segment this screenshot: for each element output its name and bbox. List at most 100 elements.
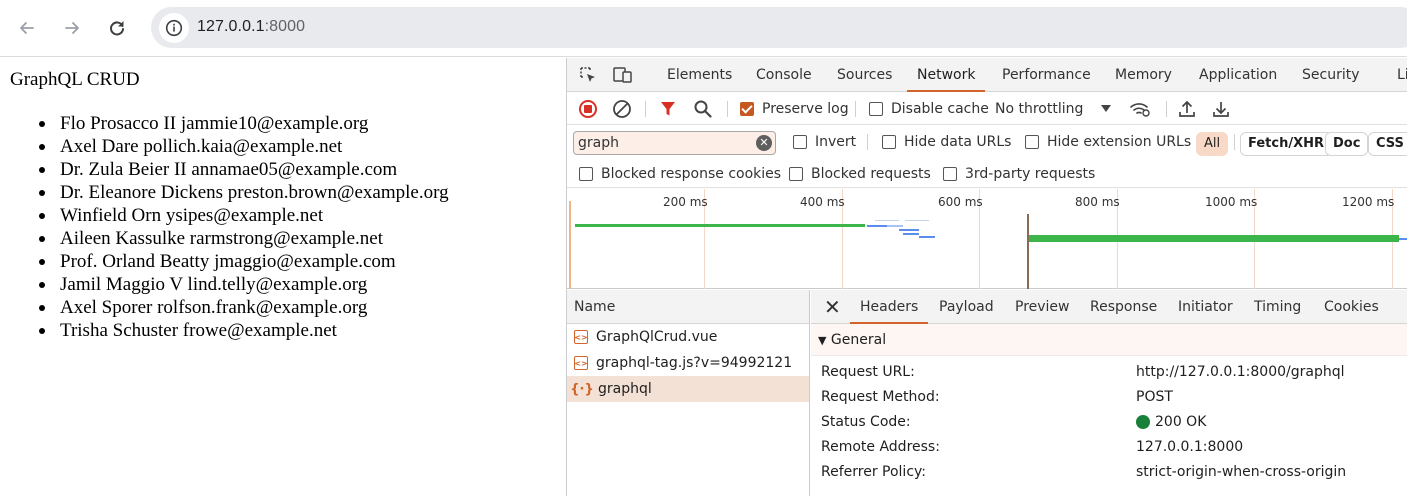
toolbar-divider xyxy=(855,101,856,117)
invert-check[interactable] xyxy=(793,135,807,149)
tab-preview[interactable]: Preview xyxy=(1015,290,1070,324)
tab-headers[interactable]: Headers xyxy=(849,290,929,324)
search-icon[interactable] xyxy=(693,99,713,119)
tab-elements[interactable]: Elements xyxy=(667,58,732,92)
header-row: Remote Address: 127.0.0.1:8000 xyxy=(811,435,1407,460)
inspect-element-icon[interactable] xyxy=(577,65,599,85)
network-conditions-icon[interactable] xyxy=(1129,99,1151,119)
page-content: GraphQL CRUD Flo Prosacco II jammie10@ex… xyxy=(0,58,566,496)
request-details: ✕ Headers Payload Preview Response Initi… xyxy=(811,290,1407,496)
third-party-checkbox[interactable]: 3rd-party requests xyxy=(943,164,1095,184)
preserve-log-checkbox[interactable]: Preserve log xyxy=(740,99,849,119)
user-list-item: Axel Sporer rolfson.frank@example.org xyxy=(39,296,449,319)
tab-sources[interactable]: Sources xyxy=(837,58,892,92)
timeline-request-bar xyxy=(1399,238,1407,240)
tab-security[interactable]: Security xyxy=(1302,58,1360,92)
user-list-item: Aileen Kassulke rarmstrong@example.net xyxy=(39,227,449,250)
tab-payload[interactable]: Payload xyxy=(939,290,994,324)
blocked-cookies-check[interactable] xyxy=(579,167,593,181)
tab-network[interactable]: Network xyxy=(906,58,987,92)
request-row[interactable]: <> GraphQlCrud.vue xyxy=(567,324,809,350)
header-key: Remote Address: xyxy=(821,439,940,455)
tab-lighthouse[interactable]: Li xyxy=(1397,58,1407,92)
device-toolbar-icon[interactable] xyxy=(612,65,634,85)
blocked-requests-checkbox[interactable]: Blocked requests xyxy=(789,164,931,184)
third-party-label: 3rd-party requests xyxy=(965,166,1096,182)
filter-type-css[interactable]: CSS xyxy=(1368,132,1407,156)
timeline-label: 1200 ms xyxy=(1342,195,1395,209)
timeline-request-bar xyxy=(575,224,865,227)
clear-icon[interactable] xyxy=(612,99,632,119)
user-list-item: Winfield Orn ysipes@example.net xyxy=(39,204,449,227)
tab-console[interactable]: Console xyxy=(756,58,812,92)
throttling-select[interactable]: No throttling xyxy=(995,99,1112,119)
blocked-requests-check[interactable] xyxy=(789,167,803,181)
filter-bar-secondary: Blocked response cookies Blocked request… xyxy=(567,160,1407,188)
import-har-icon[interactable] xyxy=(1178,99,1196,119)
timeline-request-bar xyxy=(903,233,919,235)
timeline-label: 1000 ms xyxy=(1205,195,1258,209)
blocked-cookies-label: Blocked response cookies xyxy=(601,166,782,182)
filter-type-all[interactable]: All xyxy=(1196,132,1229,156)
timeline-request-bar xyxy=(919,236,935,238)
header-value: strict-origin-when-cross-origin xyxy=(1136,464,1347,480)
third-party-check[interactable] xyxy=(943,167,957,181)
timeline-label: 800 ms xyxy=(1075,195,1120,209)
network-overview-timeline[interactable]: 200 ms 400 ms 600 ms 800 ms 1000 ms 1200… xyxy=(567,189,1407,289)
timeline-request-bar xyxy=(905,220,929,221)
stop-recording-icon[interactable] xyxy=(578,99,598,119)
header-value: POST xyxy=(1136,389,1173,405)
invert-label: Invert xyxy=(815,134,857,150)
preserve-log-label: Preserve log xyxy=(762,101,849,117)
devtools-panel: Elements Console Sources Network Perform… xyxy=(566,58,1407,496)
tab-initiator[interactable]: Initiator xyxy=(1178,290,1233,324)
user-list-item: Axel Dare pollich.kaia@example.net xyxy=(39,135,449,158)
request-row-selected[interactable]: {·} graphql xyxy=(567,376,809,402)
back-arrow-icon[interactable] xyxy=(12,13,42,43)
export-har-icon[interactable] xyxy=(1212,99,1230,119)
request-name: graphql-tag.js?v=94992121 xyxy=(596,355,793,371)
clear-filter-icon[interactable]: ✕ xyxy=(756,135,772,151)
hide-data-urls-check[interactable] xyxy=(882,135,896,149)
timeline-load-marker xyxy=(1027,214,1029,289)
expand-triangle-icon: ▼ xyxy=(818,334,827,347)
address-bar[interactable]: 127.0.0.1:8000 xyxy=(151,7,1407,48)
disable-cache-label: Disable cache xyxy=(891,101,989,117)
tab-timing[interactable]: Timing xyxy=(1254,290,1301,324)
general-section-header[interactable]: ▼ General xyxy=(811,324,1407,356)
forward-arrow-icon[interactable] xyxy=(57,13,87,43)
timeline-label: 200 ms xyxy=(663,195,708,209)
filter-input[interactable]: graph ✕ xyxy=(573,131,776,155)
reload-icon[interactable] xyxy=(102,13,132,43)
request-list-header[interactable]: Name xyxy=(567,290,809,324)
site-info-icon[interactable] xyxy=(159,13,189,43)
request-row[interactable]: <> graphql-tag.js?v=94992121 xyxy=(567,350,809,376)
tab-performance[interactable]: Performance xyxy=(1002,58,1091,92)
hide-extension-urls-checkbox[interactable]: Hide extension URLs xyxy=(1025,132,1191,152)
disable-cache-check[interactable] xyxy=(869,102,883,116)
url-host: 127.0.0.1 xyxy=(197,18,265,35)
toolbar-divider xyxy=(1234,134,1235,150)
hide-data-urls-checkbox[interactable]: Hide data URLs xyxy=(882,132,1011,152)
invert-checkbox[interactable]: Invert xyxy=(793,132,856,152)
tab-cookies[interactable]: Cookies xyxy=(1324,290,1379,324)
hide-extension-urls-check[interactable] xyxy=(1025,135,1039,149)
script-file-icon: <> xyxy=(574,356,588,370)
filter-icon[interactable] xyxy=(659,99,677,119)
tab-application[interactable]: Application xyxy=(1199,58,1277,92)
toolbar-divider xyxy=(645,101,646,117)
fetch-request-icon: {·} xyxy=(570,381,594,397)
tab-response[interactable]: Response xyxy=(1090,290,1157,324)
hide-extension-urls-label: Hide extension URLs xyxy=(1047,134,1192,150)
disable-cache-checkbox[interactable]: Disable cache xyxy=(869,99,989,119)
header-key: Request Method: xyxy=(821,389,940,405)
blocked-cookies-checkbox[interactable]: Blocked response cookies xyxy=(579,164,781,184)
preserve-log-check[interactable] xyxy=(740,102,754,116)
toolbar-divider xyxy=(867,134,868,150)
filter-type-fetch-xhr[interactable]: Fetch/XHR xyxy=(1240,132,1333,156)
header-value: http://127.0.0.1:8000/graphql xyxy=(1136,364,1345,380)
filter-type-doc[interactable]: Doc xyxy=(1325,132,1369,156)
tab-memory[interactable]: Memory xyxy=(1115,58,1172,92)
close-icon[interactable]: ✕ xyxy=(824,297,841,317)
script-file-icon: <> xyxy=(574,330,588,344)
